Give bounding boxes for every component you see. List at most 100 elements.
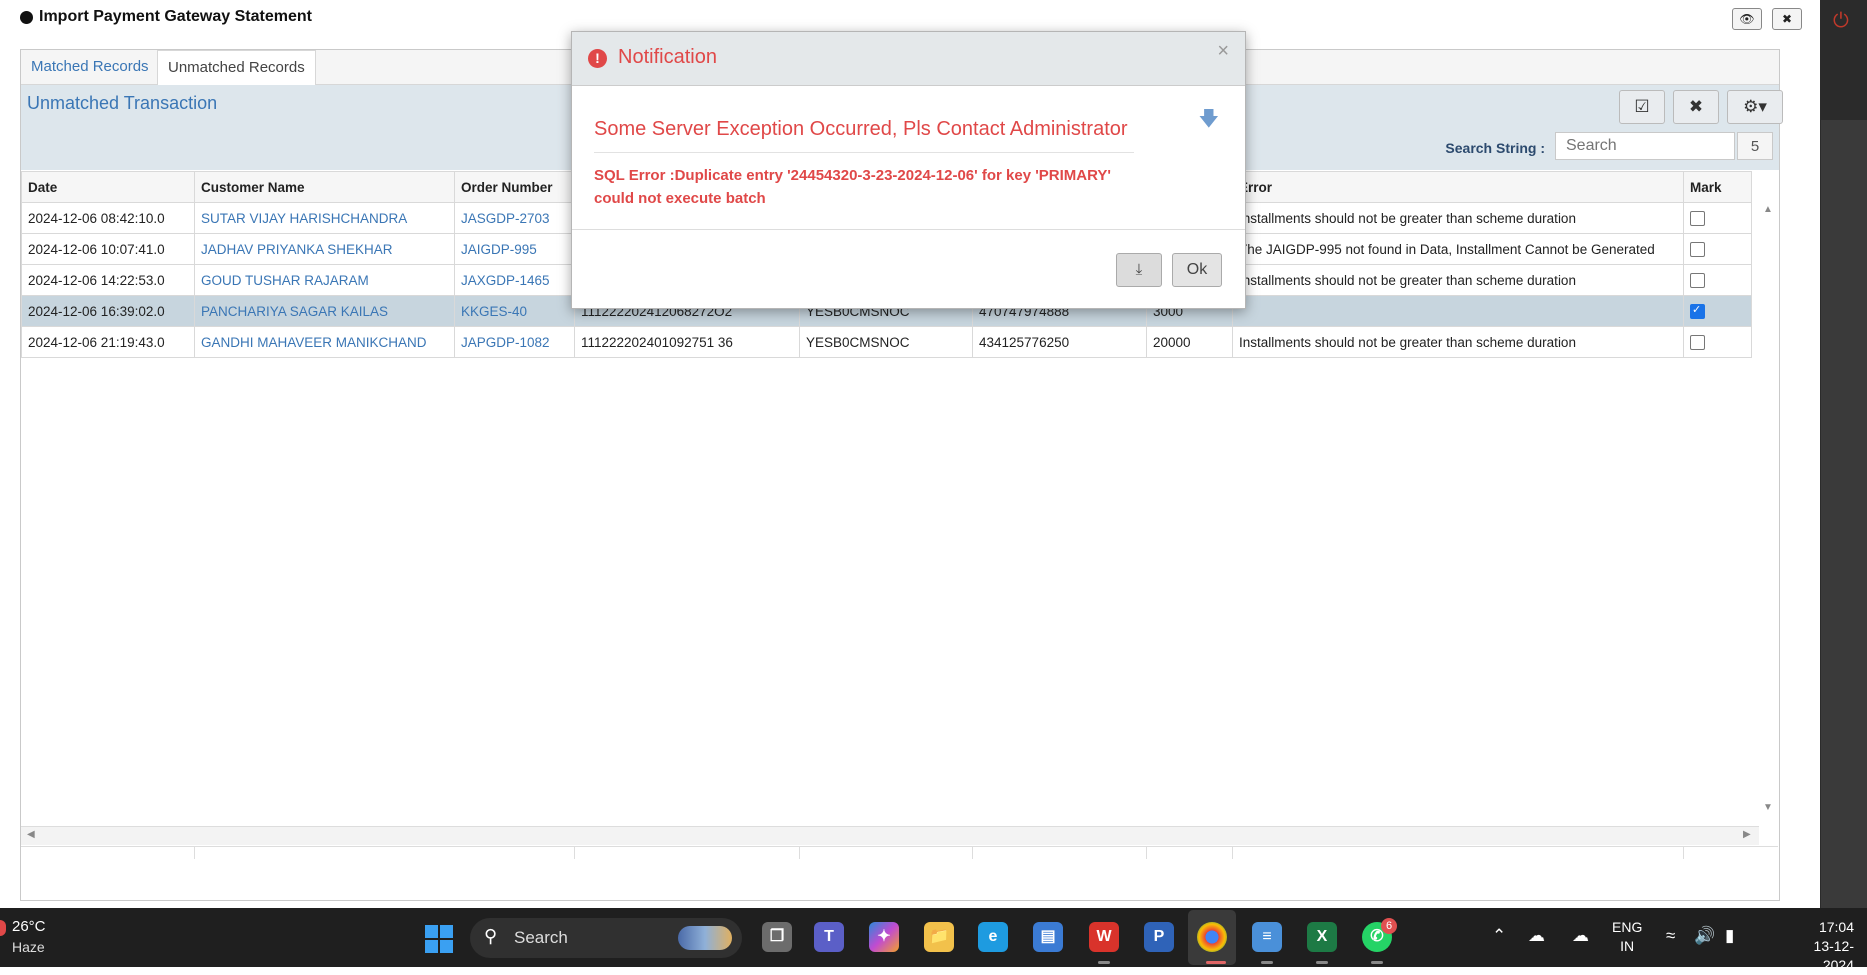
cell-mark — [1683, 326, 1752, 358]
cell-order-link[interactable]: JAXGDP-1465 — [454, 264, 575, 296]
edge-icon[interactable]: e — [978, 922, 1008, 952]
show-hidden-icons-chevron-icon[interactable]: ⌃ — [1492, 926, 1506, 946]
clock[interactable]: 17:04 13-12-2024 — [1792, 918, 1854, 975]
footer-divider — [1232, 847, 1233, 859]
scroll-left-icon[interactable]: ◀ — [27, 829, 35, 840]
wps-office-icon[interactable]: W — [1089, 922, 1119, 952]
download-button[interactable]: ⤓ — [1116, 253, 1162, 287]
battery-icon[interactable]: ▮ — [1725, 926, 1734, 946]
mark-checkbox[interactable] — [1690, 272, 1705, 288]
running-indicator — [1316, 961, 1328, 964]
close-window-button[interactable]: ✖ — [1772, 8, 1802, 30]
divider — [594, 152, 1134, 153]
cell-transaction: 111222202401092751 36 — [574, 326, 800, 358]
search-highlight-image — [678, 926, 732, 950]
footer-divider — [1683, 847, 1684, 859]
tab-matched-records[interactable]: Matched Records — [21, 50, 159, 84]
copilot-icon[interactable]: ✦ — [869, 922, 899, 952]
notepad-icon[interactable]: ≡ — [1252, 922, 1282, 952]
teams-icon[interactable]: T — [814, 922, 844, 952]
p-app-icon[interactable]: P — [1144, 922, 1174, 952]
running-indicator-active — [1206, 961, 1226, 964]
taskbar-search-label: Search — [514, 928, 568, 947]
search-label: Search String : — [1445, 140, 1545, 156]
running-indicator — [1098, 961, 1110, 964]
dialog-title: Notification — [618, 46, 717, 68]
cell-error: Installments should not be greater than … — [1232, 202, 1684, 234]
language-code: ENG — [1612, 919, 1643, 935]
cell-error: Installments should not be greater than … — [1232, 264, 1684, 296]
table-footer — [21, 846, 1778, 899]
dialog-close-button[interactable]: × — [1217, 40, 1229, 63]
search-input[interactable] — [1555, 132, 1735, 160]
cell-mark — [1683, 264, 1752, 296]
mark-checkbox[interactable] — [1690, 241, 1705, 257]
dialog-message: Some Server Exception Occurred, Pls Cont… — [594, 118, 1128, 140]
background-scrollbar — [1821, 120, 1867, 950]
file-explorer-icon[interactable]: 📁 — [924, 922, 954, 952]
chrome-icon[interactable] — [1197, 922, 1227, 952]
language-indicator[interactable]: ENG IN — [1612, 918, 1642, 956]
cell-order-link[interactable]: JASGDP-2703 — [454, 202, 575, 234]
cell-mark — [1683, 295, 1752, 327]
cell-ifsc: YESB0CMSNOC — [799, 326, 973, 358]
app-window: Import Payment Gateway Statement 👁 ✖ Mat… — [0, 0, 1820, 908]
cell-order-link[interactable]: JAPGDP-1082 — [454, 326, 575, 358]
search-count: 5 — [1737, 132, 1773, 160]
task-view-icon[interactable]: ❐ — [762, 922, 792, 952]
cell-customer-link[interactable]: JADHAV PRIYANKA SHEKHAR — [194, 233, 455, 265]
onedrive-icon[interactable]: ☁ — [1572, 926, 1589, 946]
window-title-text: Import Payment Gateway Statement — [39, 8, 312, 25]
cell-customer-link[interactable]: SUTAR VIJAY HARISHCHANDRA — [194, 202, 455, 234]
cell-customer-link[interactable]: GOUD TUSHAR RAJARAM — [194, 264, 455, 296]
cell-error: The JAIGDP-995 not found in Data, Instal… — [1232, 233, 1684, 265]
weather-temperature[interactable]: 26°C — [12, 918, 46, 935]
cell-amount: 20000 — [1146, 326, 1233, 358]
bullet-icon — [20, 10, 33, 24]
cell-customer-link[interactable]: GANDHI MAHAVEER MANIKCHAND — [194, 326, 455, 358]
dialog-header: ! Notification × — [572, 32, 1245, 86]
error-line: SQL Error :Duplicate entry '24454320-3-2… — [594, 167, 1111, 184]
ok-button[interactable]: Ok — [1172, 253, 1222, 287]
scroll-down-icon[interactable]: ▼ — [1763, 802, 1773, 813]
onedrive-sync-icon[interactable]: ☁ — [1528, 926, 1545, 946]
cell-date: 2024-12-06 16:39:02.0 — [21, 295, 195, 327]
excel-icon[interactable]: X — [1307, 922, 1337, 952]
scroll-right-icon[interactable]: ▶ — [1743, 829, 1751, 840]
weather-condition[interactable]: Haze — [12, 939, 45, 955]
col-customer-name[interactable]: Customer Name — [194, 171, 455, 203]
col-order-number[interactable]: Order Number — [454, 171, 575, 203]
vertical-scrollbar[interactable]: ▲ ▼ — [1758, 202, 1778, 842]
search-icon: ⚲ — [484, 926, 498, 946]
table-row[interactable]: 2024-12-06 21:19:43.0 GANDHI MAHAVEER MA… — [21, 326, 1752, 358]
mark-checkbox[interactable] — [1690, 334, 1705, 350]
download-arrow-icon[interactable]: 🡇 — [1198, 104, 1219, 138]
notification-dialog: ! Notification × Some Server Exception O… — [571, 31, 1246, 309]
volume-icon[interactable]: 🔊 — [1694, 926, 1715, 946]
col-date[interactable]: Date — [21, 171, 195, 203]
clock-time: 17:04 — [1818, 919, 1854, 935]
running-indicator — [1261, 961, 1273, 964]
cell-customer-link[interactable]: PANCHARIYA SAGAR KAILAS — [194, 295, 455, 327]
download-icon: ⤓ — [1135, 261, 1143, 278]
scroll-up-icon[interactable]: ▲ — [1763, 204, 1773, 215]
cell-order-link[interactable]: KKGES-40 — [454, 295, 575, 327]
taskbar-search[interactable]: ⚲ Search — [470, 918, 742, 958]
mark-checkbox[interactable] — [1690, 210, 1705, 226]
reject-button[interactable]: ✖ — [1673, 90, 1719, 124]
store-icon[interactable]: ▤ — [1033, 922, 1063, 952]
horizontal-scrollbar[interactable]: ◀ ▶ — [21, 826, 1759, 845]
mark-checkbox-checked[interactable] — [1690, 303, 1705, 319]
settings-dropdown-button[interactable]: ⚙▾ — [1727, 90, 1783, 124]
tab-unmatched-records[interactable]: Unmatched Records — [157, 50, 316, 86]
cell-order-link[interactable]: JAIGDP-995 — [454, 233, 575, 265]
approve-button[interactable]: ☑ — [1619, 90, 1665, 124]
start-button[interactable] — [425, 925, 453, 953]
alert-icon: ! — [588, 49, 607, 68]
wifi-icon[interactable]: ≈ — [1666, 926, 1675, 946]
col-mark[interactable]: Mark — [1683, 171, 1752, 203]
footer-divider — [799, 847, 800, 859]
section-title: Unmatched Transaction — [27, 93, 218, 113]
hide-button[interactable]: 👁 — [1732, 8, 1762, 30]
col-error[interactable]: Error — [1232, 171, 1684, 203]
